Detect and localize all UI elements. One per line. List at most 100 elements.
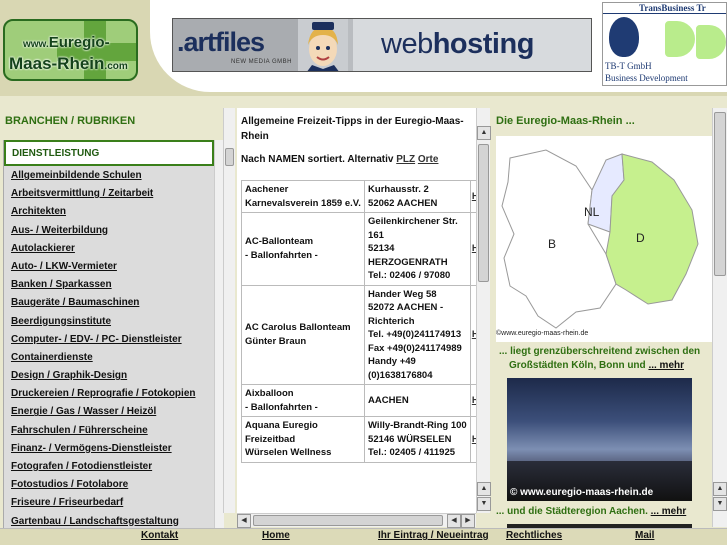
scroll-right-button[interactable]: ▶ [461, 514, 475, 528]
category-link[interactable]: Containerdienste [11, 350, 211, 368]
region-text-3-content: ... und die Städteregion Aachen. [496, 506, 648, 517]
tbt-logo[interactable]: TransBusiness Tr TB-T GmbH Business Deve… [602, 2, 727, 86]
photo-caption: © www.euregio-maas-rhein.de [510, 487, 654, 498]
tbt-top-text: TransBusiness Tr [603, 3, 726, 14]
region-text-2-content: Großstädten Köln, Bonn und [509, 360, 646, 371]
scroll-up-button-lower[interactable]: ▲ [477, 482, 491, 496]
category-link[interactable]: Fotografen / Fotodienstleister [11, 459, 211, 477]
right-scroll-up-button[interactable]: ▲ [713, 482, 727, 496]
region-title: Die Euregio-Maas-Rhein ... [496, 115, 635, 127]
entry-address: Geilenkirchener Str. 161 52134 HERZOGENR… [364, 212, 471, 286]
map-label-b: B [548, 237, 556, 251]
banner-subtitle: NEW MEDIA GMBH [231, 59, 293, 65]
tbt-company: TB-T GmbH [605, 61, 652, 71]
entry-name: Aixballoon - Ballonfahrten - [240, 384, 366, 417]
table-row: AC Carolus Ballonteam Günter Braun Hander… [240, 284, 476, 385]
region-text-3: ... und die Städteregion Aachen. ... meh… [496, 506, 686, 517]
category-link[interactable]: Beerdigungsinstitute [11, 314, 211, 332]
map-copyright: ©www.euregio-maas-rhein.de [496, 330, 589, 337]
footer-kontakt-link[interactable]: Kontakt [141, 530, 178, 541]
footer-eintrag-link[interactable]: Ihr Eintrag / Neueintrag [378, 530, 489, 541]
mehr-link-1[interactable]: ... mehr [648, 360, 684, 371]
freizeit-panel: Allgemeine Freizeit-Tipps in der Euregio… [237, 108, 476, 513]
mehr-link-2[interactable]: ... mehr [651, 506, 687, 517]
category-link[interactable]: Energie / Gas / Wasser / Heizöl [11, 404, 211, 422]
right-scroll-thumb[interactable] [714, 112, 726, 276]
table-row: AC-Ballonteam - Ballonfahrten - Geilenkir… [240, 212, 476, 286]
map-label-d: D [636, 231, 645, 245]
entry-address: Hander Weg 58 52072 AACHEN - Richterich … [364, 284, 471, 385]
category-link[interactable]: Fahrschulen / Führerscheine [11, 423, 211, 441]
entry-address: AACHEN [364, 384, 471, 417]
site-logo[interactable]: www.Euregio- Maas-Rhein.com [3, 19, 138, 81]
freizeit-table: Aachener Karnevalsverein 1859 e.V. Kurhau… [240, 180, 476, 463]
logo-line2: Maas-Rhein.com [9, 54, 128, 73]
aachen-photo[interactable]: © www.euregio-maas-rhein.de [507, 378, 692, 501]
middle-scrollbar[interactable]: ▲ ▲ ▼ [476, 108, 491, 513]
region-map[interactable]: NL B D ©www.euregio-maas-rhein.de [496, 136, 712, 342]
category-list: Allgemeinbildende Schulen Arbeitsvermittl… [11, 168, 211, 529]
scroll-down-button[interactable]: ▼ [477, 497, 491, 511]
category-link[interactable]: Friseure / Friseurbedarf [11, 495, 211, 513]
region-text-2: Großstädten Köln, Bonn und ... mehr [509, 360, 684, 371]
right-scroll-down-button[interactable]: ▼ [713, 497, 727, 511]
categories-panel: DIENSTLEISTUNG Allgemeinbildende Schulen… [3, 140, 214, 529]
category-link[interactable]: Finanz- / Vermögens-Dienstleister [11, 441, 211, 459]
entry-address: Kurhausstr. 2 52062 AACHEN [364, 180, 471, 213]
entry-address: Willy-Brandt-Ring 100 52146 WÜRSELEN Tel… [364, 416, 471, 463]
table-row: Aachener Karnevalsverein 1859 e.V. Kurhau… [240, 180, 476, 213]
category-link[interactable]: Aus- / Weiterbildung [11, 223, 211, 241]
tbt-tagline: Business Development [605, 73, 688, 83]
footer-nav: Kontakt Home Ihr Eintrag / Neueintrag Re… [0, 528, 727, 545]
middle-hscrollbar[interactable]: ◀ ◀ ▶ [237, 513, 476, 528]
banner-brand: .artfiles [177, 27, 265, 57]
middle-left-scrollbar[interactable] [223, 108, 235, 513]
category-link[interactable]: Auto- / LKW-Vermieter [11, 259, 211, 277]
middle-hscroll-thumb[interactable] [253, 515, 443, 526]
entry-name: AC-Ballonteam - Ballonfahrten - [240, 212, 366, 286]
category-link[interactable]: Architekten [11, 204, 211, 222]
scroll-up-button[interactable]: ▲ [477, 126, 491, 140]
banner-webhosting: webhosting [381, 28, 534, 60]
freizeit-title: Allgemeine Freizeit-Tipps in der Euregio… [241, 116, 464, 142]
sort-line: Nach NAMEN sortiert. Alternativ PLZ Orte [241, 154, 438, 165]
category-heading: DIENSTLEISTUNG [4, 140, 214, 166]
category-link[interactable]: Autolackierer [11, 241, 211, 259]
map-label-nl: NL [584, 205, 600, 219]
middle-left-scroll-thumb[interactable] [225, 148, 234, 166]
category-link[interactable]: Gartenbau / Landschaftsgestaltung [11, 514, 211, 529]
table-row: Aixballoon - Ballonfahrten - AACHEN H [240, 384, 476, 417]
sort-plz-link[interactable]: PLZ [396, 154, 415, 165]
sort-prefix: Nach NAMEN sortiert. Alternativ [241, 154, 394, 165]
footer-mail-link[interactable]: Mail [635, 530, 654, 541]
stewardess-icon [298, 19, 348, 71]
logo-line1: www.Euregio- [23, 34, 110, 51]
categories-title: BRANCHEN / RUBRIKEN [5, 115, 136, 127]
category-link[interactable]: Computer- / EDV- / PC- Dienstleister [11, 332, 211, 350]
footer-home-link[interactable]: Home [262, 530, 290, 541]
category-link[interactable]: Banken / Sparkassen [11, 277, 211, 295]
category-link[interactable]: Design / Graphik-Design [11, 368, 211, 386]
entry-name: Aquana Euregio Freizeitbad Würselen Well… [240, 416, 366, 463]
sort-orte-link[interactable]: Orte [418, 154, 439, 165]
header: www.Euregio- Maas-Rhein.com .artfiles NE… [0, 0, 727, 96]
scroll-left-button-2[interactable]: ◀ [447, 514, 461, 528]
artfiles-banner[interactable]: .artfiles NEW MEDIA GMBH webhosting [172, 18, 592, 72]
tbt-b-shape [665, 21, 695, 57]
scroll-left-button[interactable]: ◀ [237, 514, 251, 528]
category-link[interactable]: Baugeräte / Baumaschinen [11, 295, 211, 313]
category-link[interactable]: Arbeitsvermittlung / Zeitarbeit [11, 186, 211, 204]
category-link[interactable]: Druckereien / Reprografie / Fotokopien [11, 386, 211, 404]
middle-scroll-thumb[interactable] [478, 144, 489, 282]
tbt-d-shape [696, 25, 726, 59]
tbt-t-shape [609, 17, 639, 57]
region-text-1: ... liegt grenzüberschreitend zwischen d… [499, 346, 701, 357]
right-scrollbar[interactable]: ▲ ▼ [712, 108, 727, 527]
table-row: Aquana Euregio Freizeitbad Würselen Well… [240, 416, 476, 463]
footer-rechtliches-link[interactable]: Rechtliches [506, 530, 562, 541]
entry-name: AC Carolus Ballonteam Günter Braun [240, 284, 366, 385]
category-link[interactable]: Allgemeinbildende Schulen [11, 168, 211, 186]
category-link[interactable]: Fotostudios / Fotolabore [11, 477, 211, 495]
euregio-map-icon: NL B D [501, 149, 699, 329]
entry-name: Aachener Karnevalsverein 1859 e.V. [240, 180, 366, 213]
